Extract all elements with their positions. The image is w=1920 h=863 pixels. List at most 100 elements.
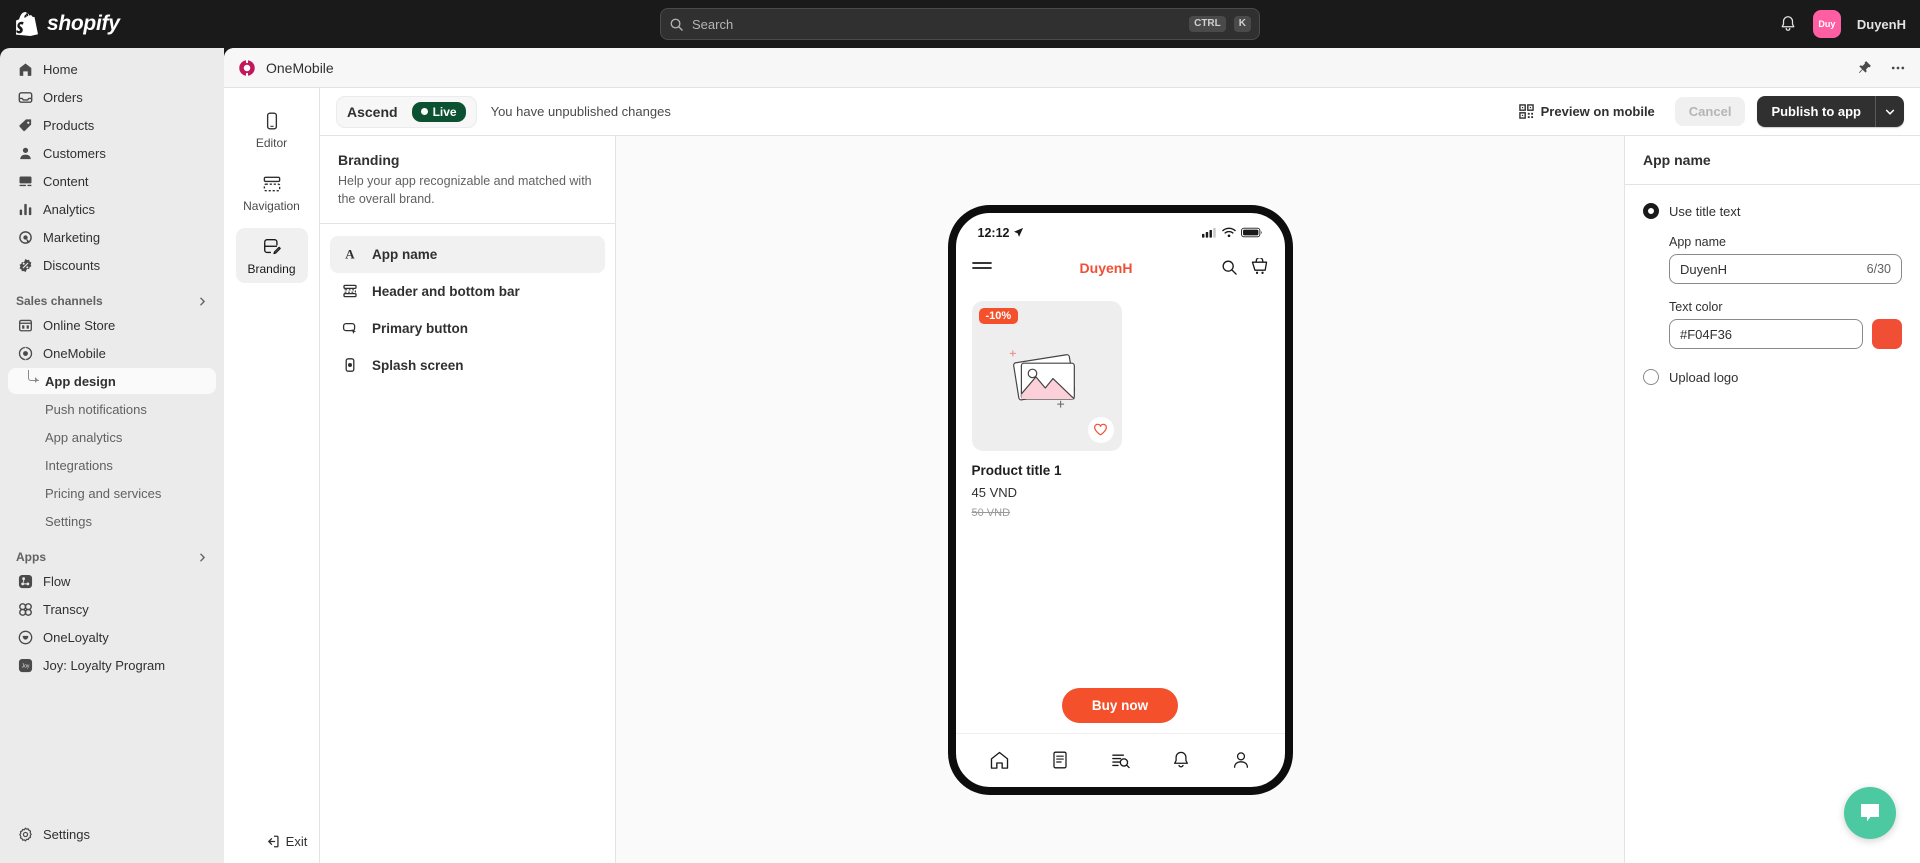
sidebar-item-online-store[interactable]: Online Store (8, 312, 216, 338)
notifications-bell-icon[interactable] (1779, 15, 1797, 33)
text-color-row: #F04F36 (1669, 319, 1902, 349)
apps-label: Apps (16, 550, 46, 564)
page-description: Help your app recognizable and matched w… (338, 174, 592, 206)
designer-panes: Branding Help your app recognizable and … (320, 136, 1920, 863)
sidebar-item-integrations[interactable]: Integrations (8, 452, 216, 478)
text-color-input[interactable]: #F04F36 (1669, 319, 1863, 349)
section-item-header-and-bottom-bar[interactable]: Header and bottom bar (330, 273, 605, 310)
chat-support-button[interactable] (1844, 787, 1896, 839)
section-item-app-name[interactable]: A App name (330, 235, 605, 273)
sidebar-item-home[interactable]: Home (8, 56, 216, 82)
status-bar-right (1201, 227, 1263, 238)
rail-item-branding[interactable]: Branding (235, 228, 308, 283)
sidebar-item-products[interactable]: Products (8, 112, 216, 138)
search-list-icon[interactable] (1110, 750, 1131, 771)
exit-button[interactable]: Exit (238, 834, 334, 849)
discount-badge: -10% (978, 307, 1019, 324)
chevron-right-icon[interactable] (197, 552, 208, 563)
sales-channels-section-header[interactable]: Sales channels (16, 294, 208, 308)
sidebar-item-app-analytics[interactable]: App analytics (8, 424, 216, 450)
sidebar-item-customers[interactable]: Customers (8, 140, 216, 166)
account-name[interactable]: DuyenH (1857, 17, 1906, 32)
buy-now-button[interactable]: Buy now (1061, 687, 1179, 723)
orders-icon (16, 88, 34, 106)
section-item-splash-screen[interactable]: Splash screen (330, 347, 605, 384)
apps-section-header[interactable]: Apps (16, 550, 208, 564)
sidebar-item-onemobile-settings[interactable]: Settings (8, 508, 216, 534)
sidebar-item-label: Discounts (43, 257, 101, 273)
sidebar-item-discounts[interactable]: Discounts (8, 252, 216, 278)
sidebar-item-onemobile[interactable]: OneMobile (8, 340, 216, 366)
color-swatch[interactable] (1872, 319, 1902, 349)
sidebar-item-joy-loyalty-program[interactable]: Joy Joy: Loyalty Program (8, 652, 216, 678)
bell-icon[interactable] (1171, 750, 1191, 770)
designer-toolbar: Ascend Live You have unpublished changes… (320, 88, 1920, 136)
embedded-app-header: OneMobile (224, 48, 1920, 88)
main-sidebar: Home Orders Products Customers Content A… (0, 48, 224, 863)
preview-on-mobile-button[interactable]: Preview on mobile (1511, 98, 1663, 125)
sidebar-item-label: App design (45, 373, 116, 389)
header-bottom-bar-icon (342, 283, 358, 299)
shortcut-ctrl: CTRL (1189, 16, 1226, 32)
navigation-layout-icon (262, 174, 282, 194)
sidebar-item-settings[interactable]: Settings (8, 821, 216, 847)
search-placeholder: Search (692, 16, 734, 32)
phone-app-nav-actions (1221, 258, 1269, 277)
sidebar-item-label: Settings (45, 513, 92, 529)
sidebar-item-pricing-and-services[interactable]: Pricing and services (8, 480, 216, 506)
exit-icon (265, 834, 280, 849)
person-icon[interactable] (1231, 750, 1251, 770)
radio-upload-logo[interactable] (1643, 369, 1659, 385)
wishlist-heart-icon[interactable] (1087, 416, 1114, 443)
letter-a-icon: A (342, 246, 358, 262)
shopify-logo[interactable]: shopify (16, 12, 206, 36)
live-dot-icon (420, 108, 428, 115)
chat-bubble-icon (1858, 802, 1882, 824)
sidebar-item-transcy[interactable]: Transcy (8, 596, 216, 622)
product-card[interactable]: -10% Product title 1 45 VND 50 VND (956, 289, 1285, 519)
sidebar-settings-section: Settings (0, 819, 224, 849)
sidebar-item-content[interactable]: Content (8, 168, 216, 194)
chevron-right-icon[interactable] (197, 296, 208, 307)
publish-to-app-button[interactable]: Publish to app (1757, 96, 1875, 127)
section-item-label: Header and bottom bar (372, 283, 520, 299)
rail-item-editor[interactable]: Editor (236, 102, 308, 157)
branding-section-list: A App name Header and bottom bar Primary… (320, 224, 615, 396)
toolbar-actions: Preview on mobile Cancel Publish to app (1511, 96, 1904, 127)
section-item-primary-button[interactable]: Primary button (330, 310, 605, 347)
sidebar-item-marketing[interactable]: Marketing (8, 224, 216, 250)
cancel-button[interactable]: Cancel (1674, 97, 1746, 126)
avatar[interactable]: Duy (1812, 10, 1841, 38)
rail-item-navigation[interactable]: Navigation (236, 165, 308, 220)
option-use-title-text[interactable]: Use title text (1643, 203, 1902, 219)
app-name-input[interactable]: DuyenH 6/30 (1669, 254, 1902, 284)
catalog-icon[interactable] (1050, 750, 1070, 770)
option-upload-logo[interactable]: Upload logo (1643, 369, 1902, 385)
home-outline-icon[interactable] (989, 750, 1010, 771)
app-name-value: DuyenH (1680, 261, 1727, 277)
onemobile-icon (238, 59, 256, 77)
theme-selector[interactable]: Ascend Live (336, 95, 477, 128)
radio-use-title-text[interactable] (1643, 203, 1659, 219)
publish-chevron-down-icon[interactable] (1875, 96, 1904, 127)
svg-text:A: A (345, 247, 355, 262)
hamburger-menu-icon[interactable] (971, 261, 992, 275)
transcy-icon (16, 600, 34, 618)
sidebar-item-label: OneLoyalty (43, 629, 109, 645)
app-name-counter: 6/30 (1866, 262, 1891, 276)
more-horizontal-icon[interactable] (1890, 60, 1906, 76)
sidebar-item-analytics[interactable]: Analytics (8, 196, 216, 222)
designer-rail: Editor Navigation Branding Exit (224, 88, 320, 863)
sidebar-item-app-design[interactable]: App design (8, 368, 216, 394)
sidebar-item-oneloyalty[interactable]: OneLoyalty (8, 624, 216, 650)
qr-code-icon (1518, 104, 1534, 119)
section-item-label: Primary button (372, 320, 469, 336)
pin-icon[interactable] (1857, 60, 1872, 75)
sidebar-item-push-notifications[interactable]: Push notifications (8, 396, 216, 422)
search-icon[interactable] (1221, 259, 1238, 276)
sidebar-item-flow[interactable]: Flow (8, 568, 216, 594)
sidebar-item-orders[interactable]: Orders (8, 84, 216, 110)
cart-icon[interactable] (1250, 258, 1269, 277)
top-bar-right: Duy DuyenH (1779, 10, 1906, 38)
global-search-bar[interactable]: Search CTRL K (660, 8, 1260, 40)
